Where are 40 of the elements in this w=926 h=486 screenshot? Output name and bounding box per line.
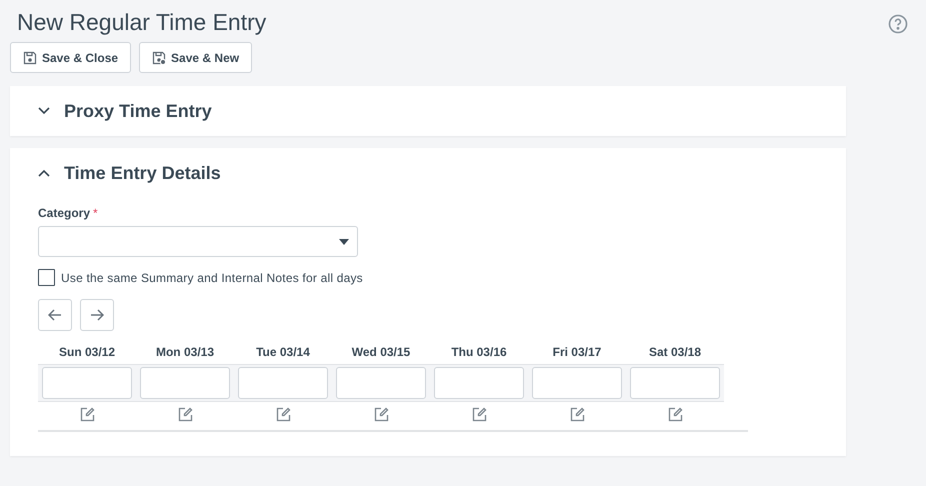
save-new-button[interactable]: Save & New [139,42,252,73]
hours-input[interactable] [630,367,720,399]
edit-icon[interactable] [178,407,192,422]
edit-icon[interactable] [570,407,584,422]
hours-input[interactable] [336,367,426,399]
hours-input[interactable] [42,367,132,399]
edit-icon[interactable] [668,407,682,422]
day-header: Sat 03/18 [648,345,702,359]
checkbox[interactable] [38,269,55,286]
day-header: Sun 03/12 [58,345,116,359]
page-title: New Regular Time Entry [17,8,266,36]
category-label: Category [38,206,90,220]
save-new-icon [152,50,166,64]
next-week-button[interactable] [80,299,114,331]
checkbox-label: Use the same Summary and Internal Notes for all days [61,270,363,284]
hours-input[interactable] [140,367,230,399]
day-header: Thu 03/16 [451,345,507,359]
save-close-button[interactable]: Save & Close [10,42,132,73]
hours-input[interactable] [238,367,328,399]
day-header: Fri 03/17 [552,345,602,359]
section-header[interactable]: Time Entry Details [38,148,221,198]
chevron-down-icon [38,107,50,115]
dropdown-caret-icon [339,238,349,244]
required-mark: * [93,206,98,220]
edit-icon[interactable] [276,407,290,422]
previous-week-button[interactable] [38,299,72,331]
edit-icon[interactable] [472,407,486,422]
hours-input[interactable] [434,367,524,399]
section-header[interactable]: Proxy Time Entry [38,86,212,136]
save-icon [23,50,37,64]
arrow-right-icon [90,309,104,321]
day-header: Wed 03/15 [352,345,410,359]
day-header: Mon 03/13 [156,345,214,359]
hours-input[interactable] [532,367,622,399]
chevron-up-icon [38,169,50,177]
edit-icon[interactable] [80,407,94,422]
help-icon[interactable] [888,14,908,34]
edit-icon[interactable] [374,407,388,422]
arrow-left-icon [48,309,62,321]
day-header: Tue 03/14 [256,345,310,359]
